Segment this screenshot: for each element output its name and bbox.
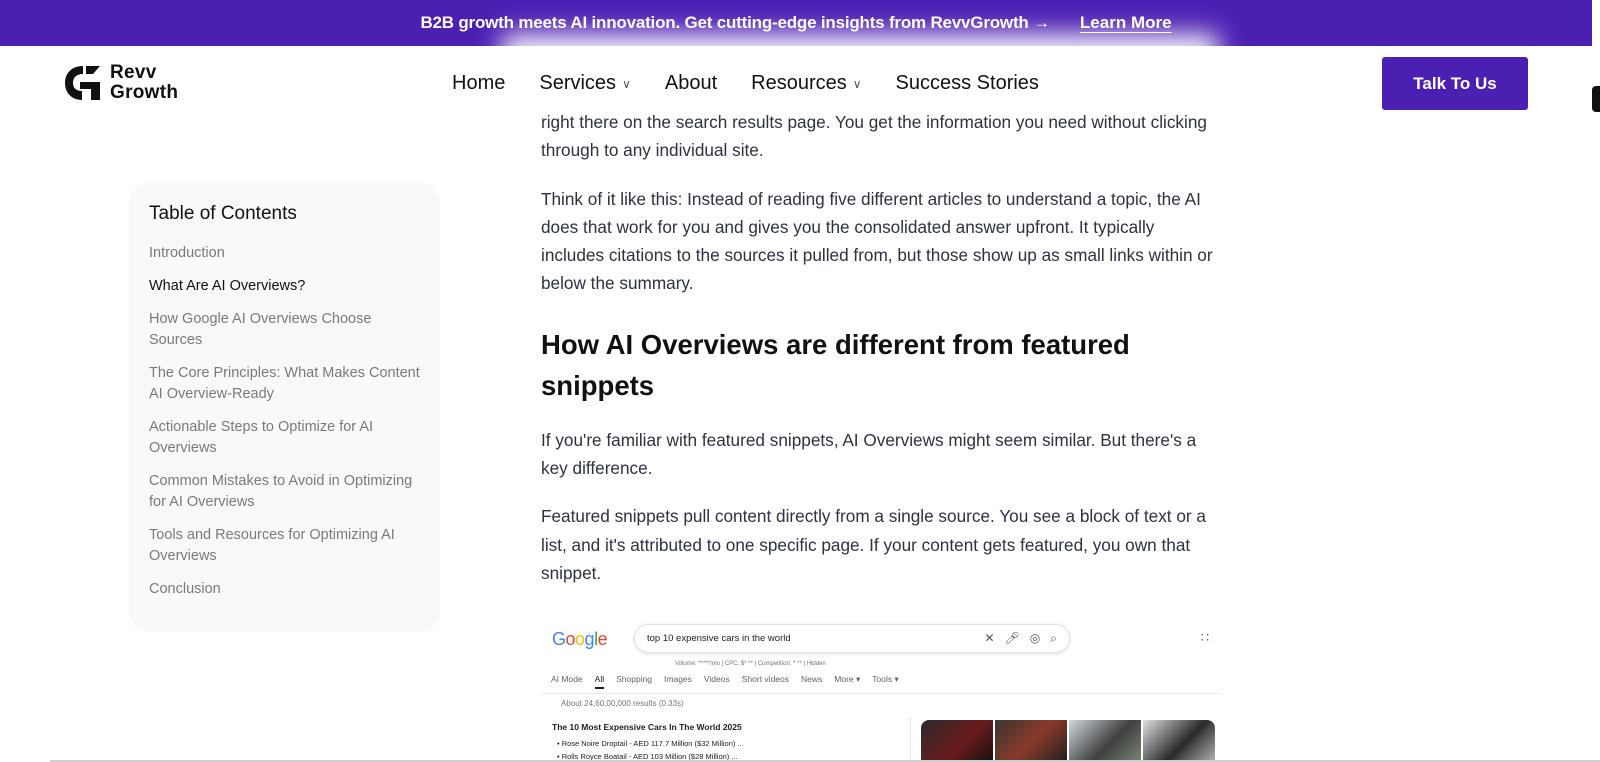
article-paragraph: Featured snippets pull content directly … <box>541 506 1206 583</box>
google-tab: News <box>801 674 823 684</box>
mic-icon: 🎤︎ <box>1004 631 1020 645</box>
result-bullet-text: Rose Noire Droptail - AED 117.7 Million … <box>561 739 744 748</box>
search-icon: ⌕ <box>1050 631 1057 645</box>
results-count: About 24,60,00,000 results (0.33s) <box>561 699 684 708</box>
google-tab: Videos <box>703 674 730 684</box>
google-tabs: AI Mode All Shopping Images Videos Short… <box>551 674 899 689</box>
toc-item-how-google-chooses-sources[interactable]: How Google AI Overviews Choose Sources <box>149 309 420 351</box>
google-query-text: top 10 expensive cars in the world <box>647 633 791 644</box>
result-bullet: • Rose Noire Droptail - AED 117.7 Millio… <box>557 739 744 748</box>
nav-success-stories-label: Success Stories <box>895 71 1039 94</box>
toc-item-actionable-steps[interactable]: Actionable Steps to Optimize for AI Over… <box>149 417 420 459</box>
announcement-bar: B2B growth meets AI innovation. Get cutt… <box>0 0 1592 46</box>
toc-item-common-mistakes[interactable]: Common Mistakes to Avoid in Optimizing f… <box>149 471 420 513</box>
keyword-volume-text: Volume: *****/mo | CPC: $* ** | Competit… <box>675 661 826 667</box>
nav-resources[interactable]: Resources ∨ <box>739 72 873 95</box>
nav-services[interactable]: Services ∨ <box>527 72 643 95</box>
article-paragraph: right there on the search results page. … <box>541 112 1207 161</box>
nav-about-label: About <box>664 71 718 94</box>
nav-home-label: Home <box>452 71 506 94</box>
google-tab: More ▾ <box>834 674 861 684</box>
toc-item-what-are-ai-overviews[interactable]: What Are AI Overviews? <box>149 276 420 297</box>
car-thumbnail-image <box>1069 720 1141 762</box>
talk-to-us-button[interactable]: Talk To Us <box>1382 57 1528 110</box>
google-tab: Images <box>664 674 692 684</box>
learn-more-link[interactable]: Learn More <box>1080 13 1172 33</box>
nav-home[interactable]: Home <box>440 72 517 95</box>
section-heading: How AI Overviews are different from feat… <box>541 328 1130 401</box>
lens-icon: ◎ <box>1029 631 1041 645</box>
toc-item-tools-resources[interactable]: Tools and Resources for Optimizing AI Ov… <box>149 525 420 567</box>
nav-services-label: Services <box>539 71 617 94</box>
article-paragraph: Think of it like this: Instead of readin… <box>541 188 1213 294</box>
google-results-screenshot: Google top 10 expensive cars in the worl… <box>541 617 1221 762</box>
google-tab-selected: All <box>594 674 605 689</box>
logo-text-growth: Growth <box>110 82 179 103</box>
google-tab: AI Mode <box>551 674 583 684</box>
clear-icon: ✕ <box>984 631 995 645</box>
car-thumbnail-image <box>921 720 993 762</box>
car-thumbnail-image <box>1143 720 1215 762</box>
nav-resources-label: Resources <box>751 71 847 94</box>
nav-success-stories[interactable]: Success Stories <box>884 72 1051 95</box>
article-body: right there on the search results page. … <box>541 108 1221 607</box>
google-tab: Shopping <box>616 674 653 684</box>
table-of-contents: Table of Contents Introduction What Are … <box>129 183 440 632</box>
car-thumbnail-image <box>995 720 1067 762</box>
google-logo: Google <box>552 629 608 649</box>
toc-item-introduction[interactable]: Introduction <box>149 243 420 264</box>
google-tab: Tools ▾ <box>872 674 899 684</box>
google-search-box: top 10 expensive cars in the world ✕ 🎤︎ … <box>634 624 1070 653</box>
chevron-down-icon: ∨ <box>622 77 631 91</box>
divider <box>541 693 1221 694</box>
chevron-down-icon: ∨ <box>852 77 862 91</box>
announcement-text: B2B growth meets AI innovation. Get cutt… <box>420 13 1050 32</box>
image-thumbnails <box>921 720 1215 762</box>
toc-title: Table of Contents <box>149 203 297 224</box>
toc-item-conclusion[interactable]: Conclusion <box>149 579 420 600</box>
article-paragraph: If you're familiar with featured snippet… <box>541 429 1197 479</box>
divider <box>910 717 911 762</box>
logo[interactable]: Revv Growth <box>60 60 178 106</box>
scroll-edge-handle[interactable] <box>1592 86 1600 112</box>
logo-text-revv: Revv <box>110 62 157 83</box>
google-tab: Short videos <box>741 674 789 684</box>
toc-item-core-principles[interactable]: The Core Principles: What Makes Content … <box>149 363 420 405</box>
nav-about[interactable]: About <box>653 72 729 95</box>
revvgrowth-logo-icon <box>65 66 100 100</box>
result-title: The 10 Most Expensive Cars In The World … <box>552 722 742 732</box>
apps-grid-icon: ∷ <box>1200 630 1209 645</box>
